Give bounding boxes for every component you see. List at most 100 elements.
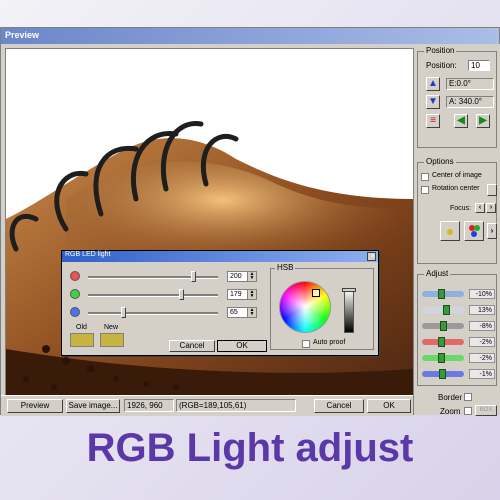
rgb-button[interactable] [464,221,484,241]
arrow-down-icon: ▼ [428,96,438,107]
new-color-swatch [100,333,124,347]
dialog-title: RGB LED light [65,251,111,258]
window-titlebar: Preview [1,28,499,44]
blue-dot-icon [70,307,80,317]
green-dot-icon [70,289,80,299]
new-label: New [104,324,119,331]
green-slider-track[interactable] [88,294,218,297]
center-icon: ≡ [430,115,436,126]
adjust-slider-thumb[interactable] [437,289,445,299]
adjust-row: -2% [419,337,497,347]
arrow-down-button[interactable]: ▼ [426,95,440,109]
adjust-slider-thumb[interactable] [439,321,447,331]
zoom-checkbox[interactable] [464,407,472,415]
preview-button[interactable]: Preview [7,399,63,413]
chevron-right-icon: › [490,226,494,235]
old-label: Old [76,324,87,331]
hue-wheel[interactable] [279,281,331,333]
red-value-input[interactable]: 200 ▲ ▼ [227,271,257,282]
focus-left-button[interactable]: ‹ [475,203,485,213]
shoe-image [6,120,413,413]
old-color-swatch [70,333,94,347]
close-icon: × [371,253,376,260]
adjust-slider-thumb[interactable] [437,337,445,347]
box-button[interactable]: BOX [475,405,497,416]
save-image-button[interactable]: Save image... [66,399,120,413]
coords-readout: 1926, 960 [124,399,174,412]
green-value: 179 [230,291,242,298]
dialog-cancel-button[interactable]: Cancel [169,340,215,352]
green-spin-icon[interactable]: ▲ ▼ [247,290,256,299]
light-button[interactable]: ● [440,221,460,241]
dialog-close-button[interactable]: × [367,252,376,261]
zoom-label: Zoom [440,407,461,416]
rgb-readout: (RGB=189,105,61) [176,399,296,412]
adjust-row: 13% [419,305,497,315]
more-button[interactable]: › [487,223,497,239]
red-value: 200 [230,273,242,280]
image-preview[interactable] [5,48,414,414]
rotate-right-button[interactable]: ▶ [476,114,490,128]
adjust-value: -1% [469,369,495,379]
center-button[interactable]: ≡ [426,114,440,128]
window-title: Preview [5,30,40,40]
a-angle-field: A: 340.0° [446,96,494,108]
adjust-row: -1% [419,369,497,379]
blue-slider-thumb[interactable] [120,307,126,318]
auto-proof-label: Auto proof [313,339,346,346]
center-checkbox[interactable] [421,173,429,181]
preview-window: Preview Preview Save image... 1926, 960 … [0,27,500,416]
red-slider-track[interactable] [88,276,218,279]
adjust-value: -10% [469,289,495,299]
adjust-group-label: Adjust [424,269,451,278]
right-panel: Position Position: 10 ▲ E:0.0° ▼ A: 340.… [414,44,500,416]
dialog-titlebar: RGB LED light × [62,251,378,262]
blue-spin-icon[interactable]: ▲ ▼ [247,308,256,317]
green-value-input[interactable]: 179 ▲ ▼ [227,289,257,300]
adjust-row: -2% [419,353,497,363]
position-group-label: Position [424,46,457,55]
adjust-value: -2% [469,353,495,363]
rotation-options-button[interactable] [487,184,497,196]
lightbulb-icon: ● [445,223,455,239]
center-label: Center of image [432,172,482,179]
adjust-row: -8% [419,321,497,331]
auto-proof-checkbox[interactable] [302,340,310,348]
options-group-label: Options [424,157,456,166]
arrow-left-icon: ◀ [457,115,465,126]
adjust-row: -10% [419,289,497,299]
cancel-button[interactable]: Cancel [314,399,364,413]
focus-right-button[interactable]: › [486,203,496,213]
adjust-slider-thumb[interactable] [438,369,446,379]
arrow-up-icon: ▲ [428,78,438,89]
adjust-slider-thumb[interactable] [443,305,450,315]
adjust-value: -8% [469,321,495,331]
position-input[interactable]: 10 [468,60,490,71]
rgb-green-dot-icon [474,225,480,231]
e-angle-field: E:0.0° [446,78,494,90]
focus-left-icon: ‹ [478,204,482,211]
red-dot-icon [70,271,80,281]
border-checkbox[interactable] [464,393,472,401]
blue-value: 65 [230,309,238,316]
rotation-checkbox[interactable] [421,186,429,194]
ok-button[interactable]: OK [367,399,411,413]
blue-slider-track[interactable] [88,312,218,315]
options-group: Options Center of image Rotation center … [417,157,497,264]
blue-value-input[interactable]: 65 ▲ ▼ [227,307,257,318]
rotate-left-button[interactable]: ◀ [454,114,468,128]
green-slider-thumb[interactable] [179,289,185,300]
brightness-thumb[interactable] [342,288,356,292]
rotation-label: Rotation center [432,185,480,192]
adjust-slider-thumb[interactable] [437,353,445,363]
red-spin-icon[interactable]: ▲ ▼ [247,272,256,281]
brightness-bar[interactable] [344,289,354,333]
red-slider-thumb[interactable] [190,271,196,282]
focus-label: Focus: [450,205,472,212]
caption: RGB Light adjust [86,426,414,470]
rgb-led-dialog: RGB LED light × 200 ▲ ▼ 179 ▲ ▼ 65 ▲ ▼ Old … [61,250,379,356]
arrow-up-button[interactable]: ▲ [426,77,440,91]
hue-picker-icon[interactable] [312,289,320,297]
focus-right-icon: › [489,204,493,211]
dialog-ok-button[interactable]: OK [217,340,267,352]
